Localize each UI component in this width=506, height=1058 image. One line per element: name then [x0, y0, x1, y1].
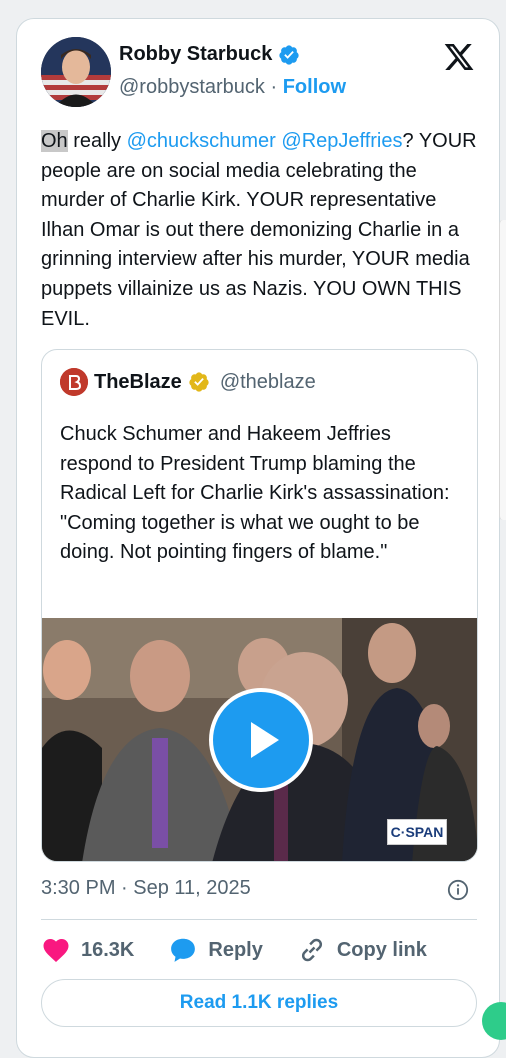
theblaze-logo-icon [60, 368, 88, 396]
follow-button[interactable]: Follow [283, 76, 346, 98]
link-icon [301, 938, 322, 962]
reply-button[interactable]: Reply [168, 935, 263, 965]
mention-repjeffries[interactable]: @RepJeffries [281, 130, 402, 152]
copy-link-button[interactable]: Copy link [297, 935, 427, 965]
read-replies-button[interactable]: Read 1.1K replies [41, 979, 477, 1027]
separator-dot: · [270, 76, 278, 98]
like-count: 16.3K [81, 938, 135, 961]
copy-link-label: Copy link [336, 938, 427, 961]
divider [41, 919, 477, 920]
play-icon[interactable] [209, 688, 313, 792]
author-avatar[interactable] [41, 37, 111, 107]
cspan-badge: C·SPAN [387, 819, 447, 845]
quote-author-name[interactable]: TheBlaze [94, 371, 182, 394]
video-thumbnail[interactable]: C·SPAN [42, 618, 477, 861]
tweet-text-fragment: really [67, 130, 127, 152]
like-button[interactable]: 16.3K [41, 935, 134, 965]
author-name[interactable]: Robby Starbuck [119, 43, 272, 66]
mention-chuckschumer[interactable]: @chuckschumer [127, 130, 276, 152]
quote-author-handle[interactable]: @theblaze [220, 371, 316, 394]
gold-verified-badge-icon [189, 372, 209, 392]
quoted-tweet[interactable]: TheBlaze @theblaze Chuck Schumer and Hak… [41, 349, 478, 862]
embedded-tweet-card: Robby Starbuck @robbystarbuck · Follow O… [16, 18, 500, 1058]
reply-bubble-icon [171, 938, 196, 962]
heart-icon [43, 939, 69, 962]
verified-badge-icon [279, 44, 299, 65]
quote-text: Chuck Schumer and Hakeem Jeffries respon… [60, 423, 450, 564]
reply-label: Reply [208, 938, 263, 961]
side-scroll-edge [499, 220, 506, 520]
highlighted-word: Oh [41, 130, 68, 152]
action-bar: 16.3K Reply Copy link [41, 935, 461, 965]
author-handle[interactable]: @robbystarbuck [119, 76, 265, 98]
info-icon[interactable] [447, 879, 469, 901]
tweet-text-body: ? YOUR people are on social media celebr… [41, 130, 477, 330]
x-logo-icon[interactable] [443, 41, 475, 73]
tweet-text: Oh really @chuckschumer @RepJeffries? YO… [41, 127, 481, 334]
tweet-timestamp[interactable]: 3:30 PM · Sep 11, 2025 [41, 877, 251, 900]
